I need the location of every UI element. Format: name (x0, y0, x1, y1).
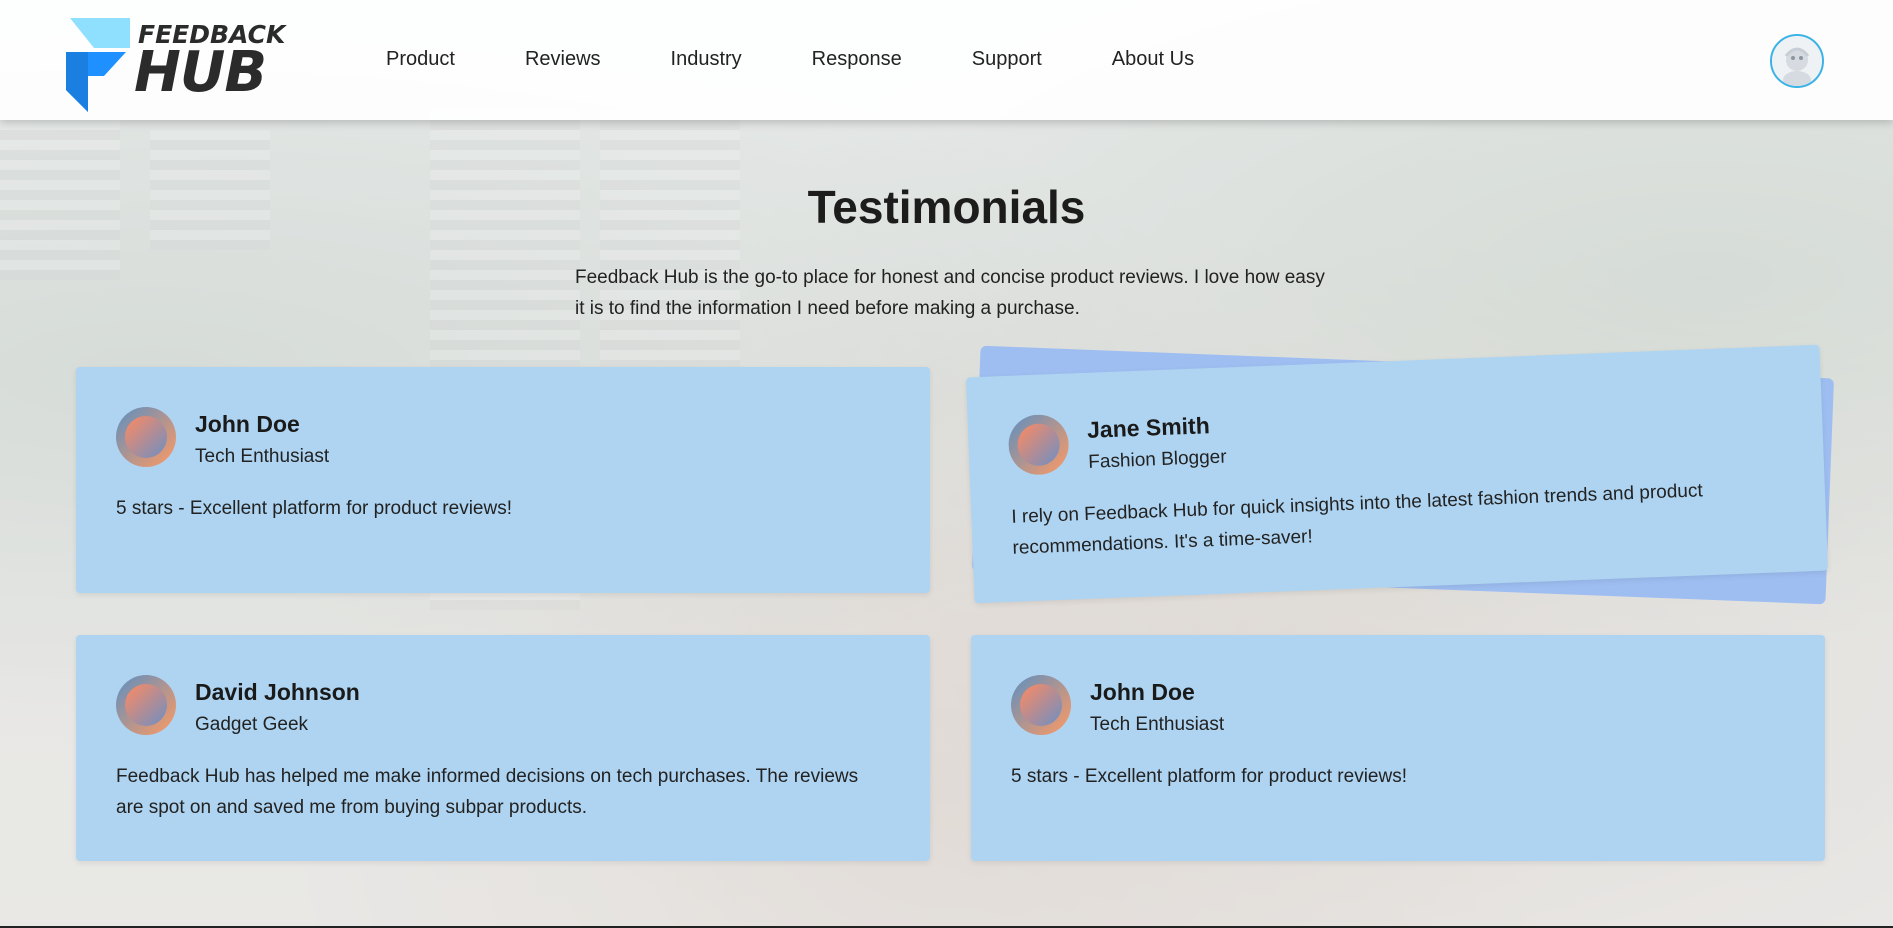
logo-mark-icon (66, 18, 130, 112)
avatar-icon (116, 675, 176, 735)
testimonial-card: John Doe Tech Enthusiast 5 stars - Excel… (76, 367, 930, 593)
testimonial-text: I rely on Feedback Hub for quick insight… (1010, 480, 1704, 559)
testimonial-role: Tech Enthusiast (1090, 714, 1225, 735)
nav-item-support[interactable]: Support (972, 48, 1042, 71)
testimonial-role: Gadget Geek (195, 714, 309, 735)
avatar-icon (116, 407, 176, 467)
nav-item-product[interactable]: Product (386, 48, 455, 71)
testimonial-name: David Johnson (195, 679, 360, 705)
testimonial-role: Tech Enthusiast (195, 446, 330, 467)
top-navbar: FEEDBACK HUB Product Reviews Industry Re… (0, 0, 1893, 120)
user-avatar-button[interactable] (1770, 34, 1824, 88)
nav-item-reviews[interactable]: Reviews (525, 48, 601, 71)
nav-item-industry[interactable]: Industry (671, 48, 742, 71)
testimonial-text: 5 stars - Excellent platform for product… (116, 498, 512, 519)
testimonial-card-hovered: Jane Smith Fashion Blogger I rely on Fee… (965, 344, 1829, 604)
nav-item-about-us[interactable]: About Us (1112, 48, 1194, 71)
logo-text-hub: HUB (134, 40, 267, 105)
testimonial-text: Feedback Hub has helped me make informed… (116, 766, 859, 818)
testimonial-text: 5 stars - Excellent platform for product… (1011, 766, 1407, 787)
testimonial-card: John Doe Tech Enthusiast 5 stars - Excel… (971, 635, 1825, 861)
user-avatar-icon (1772, 36, 1822, 86)
avatar-icon (1008, 414, 1069, 475)
feedback-hub-logo[interactable]: FEEDBACK HUB (64, 16, 285, 116)
testimonial-card: David Johnson Gadget Geek Feedback Hub h… (76, 635, 930, 861)
nav-item-response[interactable]: Response (812, 48, 902, 71)
page-intro: Feedback Hub is the go-to place for hone… (575, 267, 1325, 319)
testimonial-name: John Doe (195, 411, 300, 437)
main-nav: Product Reviews Industry Response Suppor… (386, 48, 1194, 71)
page-title: Testimonials (807, 181, 1086, 233)
testimonial-name: John Doe (1090, 679, 1195, 705)
testimonial-role: Fashion Blogger (1087, 446, 1228, 473)
testimonial-name: Jane Smith (1086, 412, 1211, 443)
avatar-icon (1011, 675, 1071, 735)
